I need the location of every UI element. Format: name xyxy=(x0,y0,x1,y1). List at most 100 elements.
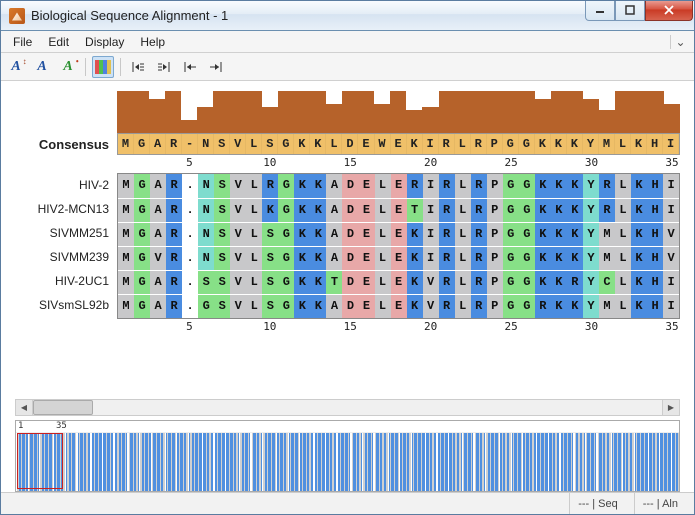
residue-cell[interactable]: L xyxy=(455,247,471,270)
consensus-residue[interactable]: K xyxy=(310,134,326,154)
consensus-residue[interactable]: - xyxy=(182,134,198,154)
residue-cell[interactable]: K xyxy=(310,174,326,198)
residue-cell[interactable]: L xyxy=(455,271,471,294)
residue-cell[interactable]: V xyxy=(663,223,679,246)
residue-cell[interactable]: L xyxy=(375,223,391,246)
residue-cell[interactable]: G xyxy=(198,295,214,318)
font-bold-button[interactable]: A xyxy=(31,56,53,78)
residue-cell[interactable]: L xyxy=(375,174,391,198)
residue-cell[interactable]: V xyxy=(663,247,679,270)
residue-cell[interactable]: R xyxy=(439,174,455,198)
residue-cell[interactable]: A xyxy=(326,223,342,246)
residue-cell[interactable]: L xyxy=(615,223,631,246)
residue-cell[interactable]: Y xyxy=(583,247,599,270)
residue-cell[interactable]: E xyxy=(358,247,374,270)
residue-cell[interactable]: G xyxy=(278,174,294,198)
scroll-left-arrow-icon[interactable]: ◀ xyxy=(16,400,33,415)
residue-cell[interactable]: E xyxy=(391,247,407,270)
residue-cell[interactable]: V xyxy=(230,247,246,270)
residue-cell[interactable]: V xyxy=(230,223,246,246)
consensus-residue[interactable]: K xyxy=(631,134,647,154)
residue-cell[interactable]: L xyxy=(615,295,631,318)
residue-cell[interactable]: P xyxy=(487,174,503,198)
align-right-button[interactable] xyxy=(205,56,227,78)
consensus-residue[interactable]: D xyxy=(342,134,358,154)
residue-cell[interactable]: R xyxy=(439,199,455,222)
residue-cell[interactable]: G xyxy=(278,199,294,222)
residue-cell[interactable]: R xyxy=(471,271,487,294)
residue-cell[interactable]: . xyxy=(182,174,198,198)
consensus-residue[interactable]: R xyxy=(439,134,455,154)
residue-cell[interactable]: S xyxy=(262,223,278,246)
residue-cell[interactable]: G xyxy=(134,295,150,318)
residue-cell[interactable]: I xyxy=(663,295,679,318)
residue-cell[interactable]: K xyxy=(407,271,423,294)
residue-cell[interactable]: A xyxy=(150,174,166,198)
residue-cell[interactable]: K xyxy=(631,174,647,198)
sequence-name[interactable]: HIV-2 xyxy=(15,173,117,197)
residue-cell[interactable]: K xyxy=(551,223,567,246)
residue-cell[interactable]: K xyxy=(535,174,551,198)
consensus-residue[interactable]: L xyxy=(615,134,631,154)
sequence-name[interactable]: SIVsmSL92b xyxy=(15,293,117,317)
residue-cell[interactable]: D xyxy=(342,223,358,246)
residue-cell[interactable]: I xyxy=(423,247,439,270)
residue-cell[interactable]: G xyxy=(503,174,519,198)
residue-cell[interactable]: L xyxy=(375,271,391,294)
alignment-grid[interactable]: MGAR.NSVLRGKKADELERIRLRPGGKKKYRLKHIMGAR.… xyxy=(117,173,680,319)
residue-cell[interactable]: R xyxy=(471,247,487,270)
residue-cell[interactable]: I xyxy=(663,174,679,198)
menu-display[interactable]: Display xyxy=(77,33,132,51)
residue-cell[interactable]: R xyxy=(166,247,182,270)
residue-cell[interactable]: K xyxy=(294,271,310,294)
consensus-residue[interactable]: V xyxy=(230,134,246,154)
residue-cell[interactable]: D xyxy=(342,271,358,294)
color-scheme-button[interactable] xyxy=(92,56,114,78)
residue-cell[interactable]: K xyxy=(310,199,326,222)
residue-cell[interactable]: E xyxy=(358,223,374,246)
consensus-residue[interactable]: E xyxy=(391,134,407,154)
residue-cell[interactable]: E xyxy=(391,295,407,318)
residue-cell[interactable]: R xyxy=(166,271,182,294)
residue-cell[interactable]: G xyxy=(134,199,150,222)
consensus-residue[interactable]: A xyxy=(150,134,166,154)
residue-cell[interactable]: E xyxy=(358,174,374,198)
consensus-residue[interactable]: G xyxy=(519,134,535,154)
residue-cell[interactable]: K xyxy=(567,174,583,198)
residue-cell[interactable]: L xyxy=(246,223,262,246)
residue-cell[interactable]: K xyxy=(407,247,423,270)
residue-cell[interactable]: G xyxy=(278,223,294,246)
shift-right-button[interactable] xyxy=(153,56,175,78)
residue-cell[interactable]: L xyxy=(615,247,631,270)
residue-cell[interactable]: A xyxy=(150,199,166,222)
residue-cell[interactable]: S xyxy=(198,271,214,294)
residue-cell[interactable]: G xyxy=(519,247,535,270)
residue-cell[interactable]: M xyxy=(599,295,615,318)
residue-cell[interactable]: G xyxy=(503,247,519,270)
residue-cell[interactable]: T xyxy=(326,271,342,294)
residue-cell[interactable]: K xyxy=(294,199,310,222)
residue-cell[interactable]: . xyxy=(182,271,198,294)
residue-cell[interactable]: Y xyxy=(583,271,599,294)
residue-cell[interactable]: I xyxy=(663,199,679,222)
residue-cell[interactable]: K xyxy=(294,247,310,270)
residue-cell[interactable]: K xyxy=(567,295,583,318)
residue-cell[interactable]: E xyxy=(391,199,407,222)
residue-cell[interactable]: S xyxy=(214,223,230,246)
residue-cell[interactable]: G xyxy=(134,247,150,270)
residue-cell[interactable]: G xyxy=(503,271,519,294)
residue-cell[interactable]: E xyxy=(391,271,407,294)
residue-cell[interactable]: D xyxy=(342,199,358,222)
residue-cell[interactable]: G xyxy=(134,271,150,294)
residue-cell[interactable]: L xyxy=(615,199,631,222)
residue-cell[interactable]: S xyxy=(214,199,230,222)
residue-cell[interactable]: L xyxy=(246,174,262,198)
residue-cell[interactable]: E xyxy=(391,223,407,246)
residue-cell[interactable]: L xyxy=(375,199,391,222)
consensus-residue[interactable]: P xyxy=(487,134,503,154)
minimize-button[interactable] xyxy=(585,1,615,21)
residue-cell[interactable]: I xyxy=(423,199,439,222)
residue-cell[interactable]: R xyxy=(166,295,182,318)
residue-cell[interactable]: K xyxy=(310,271,326,294)
residue-cell[interactable]: R xyxy=(166,174,182,198)
